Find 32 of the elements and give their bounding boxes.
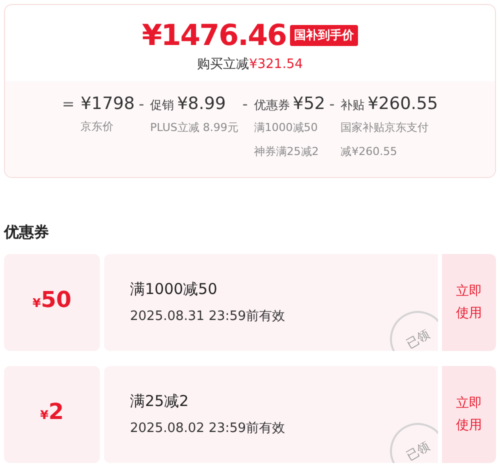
- coupon-validity: 2025.08.02 23:59前有效: [130, 420, 286, 437]
- item-label: 优惠券: [254, 97, 290, 114]
- item-label: 补贴: [340, 97, 365, 114]
- currency-sign: ¥: [32, 296, 41, 310]
- item-note: 神券满25减2: [254, 144, 320, 160]
- item-note: 京东价: [80, 119, 115, 135]
- use-now-button[interactable]: 立即使用: [442, 254, 496, 351]
- item-amount: ¥52: [292, 93, 326, 115]
- price-tag: 国补到手价: [290, 24, 358, 46]
- section-title: 优惠券: [4, 222, 50, 243]
- coupon-title: 满25减2: [130, 392, 190, 411]
- item-amount: ¥260.55: [368, 93, 438, 115]
- item-note: 满1000减50: [254, 120, 319, 136]
- item-label: 促销: [150, 97, 174, 114]
- coupon-title: 满1000减50: [130, 280, 218, 299]
- item-note: 国家补贴京东支付: [340, 120, 430, 136]
- item-note: 减¥260.55: [340, 144, 398, 160]
- coupon-amount: 2: [48, 400, 64, 425]
- use-now-button[interactable]: 立即使用: [442, 366, 496, 463]
- coupon-validity: 2025.08.31 23:59前有效: [130, 308, 286, 325]
- saving-amount: ¥321.54: [249, 57, 303, 72]
- operator: -: [242, 94, 248, 115]
- final-price: ¥1476.46: [142, 17, 286, 53]
- saving-label: 购买立减: [197, 57, 250, 72]
- coupon-amount: 50: [40, 288, 72, 313]
- operator: -: [138, 94, 144, 115]
- item-amount: ¥1798: [80, 93, 135, 115]
- operator: =: [62, 94, 75, 115]
- item-note: PLUS立减 8.99元: [150, 120, 238, 136]
- operator: -: [329, 94, 335, 115]
- item-amount: ¥8.99: [177, 93, 226, 115]
- currency-sign: ¥: [40, 408, 49, 422]
